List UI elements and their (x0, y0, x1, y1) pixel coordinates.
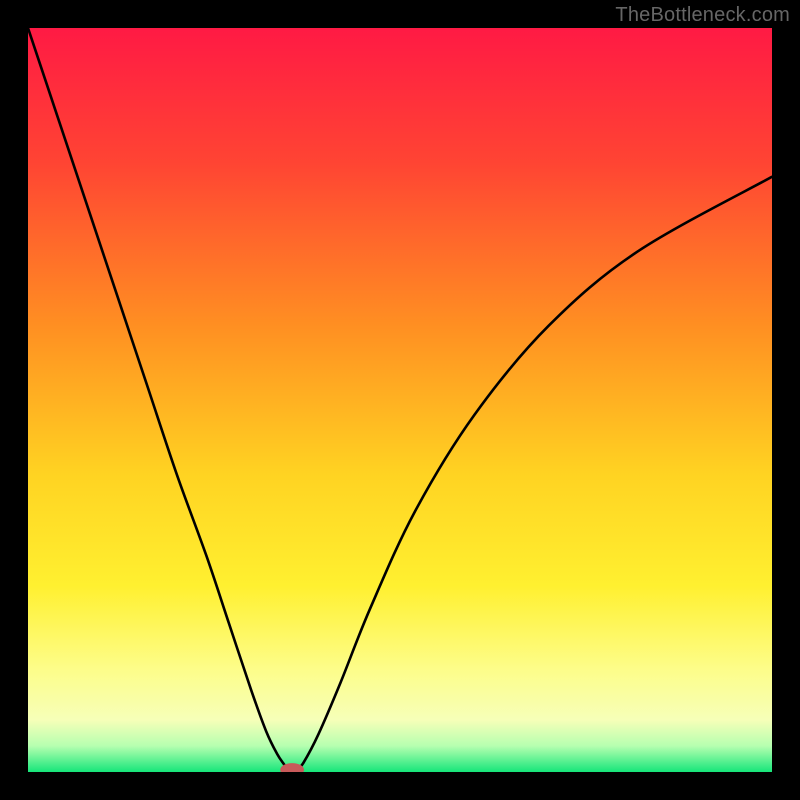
chart-frame: TheBottleneck.com (0, 0, 800, 800)
plot-area (28, 28, 772, 772)
watermark-text: TheBottleneck.com (615, 4, 790, 27)
chart-background (28, 28, 772, 772)
chart-svg (28, 28, 772, 772)
